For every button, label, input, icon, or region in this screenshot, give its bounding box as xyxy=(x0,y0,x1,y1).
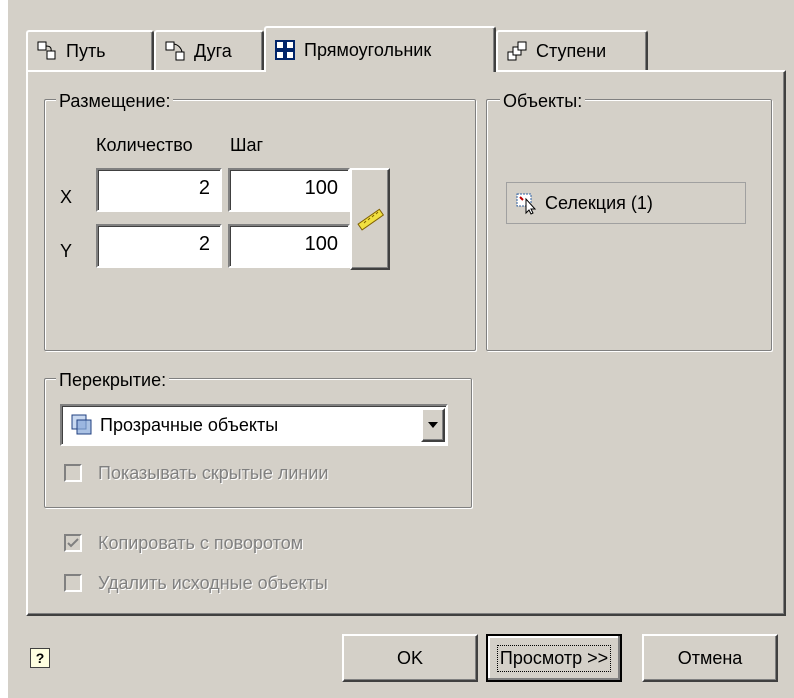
pick-distance-button[interactable] xyxy=(350,168,390,270)
select-objects-icon xyxy=(516,193,537,215)
tab-arc[interactable]: Дуга xyxy=(154,30,264,70)
overlap-legend: Перекрытие: xyxy=(56,369,170,391)
tab-path-label: Путь xyxy=(66,40,106,61)
show-hidden-lines-checkbox[interactable] xyxy=(64,464,82,482)
checkmark-icon xyxy=(67,538,79,548)
row-y-label: Y xyxy=(60,241,73,261)
stairs-array-icon xyxy=(507,41,527,61)
y-step-input[interactable]: 100 xyxy=(228,224,350,268)
cancel-label: Отмена xyxy=(677,647,743,668)
objects-legend: Объекты: xyxy=(500,90,586,112)
tab-stairs-label: Ступени xyxy=(536,40,607,61)
preview-button[interactable]: Просмотр >> xyxy=(486,634,622,682)
overlap-select[interactable]: Прозрачные объекты xyxy=(60,404,448,446)
tab-rectangular-label: Прямоугольник xyxy=(304,39,432,60)
row-x-label: X xyxy=(60,187,73,207)
objects-group xyxy=(486,99,772,351)
x-step-input[interactable]: 100 xyxy=(228,168,350,212)
show-hidden-lines-label: Показывать скрытые линии xyxy=(98,463,329,483)
transparent-objects-icon xyxy=(71,414,92,435)
help-symbol: ? xyxy=(35,650,45,666)
dropdown-button[interactable] xyxy=(421,408,445,442)
copy-rotation-checkbox[interactable] xyxy=(64,534,82,552)
delete-source-label: Удалить исходные объекты xyxy=(98,573,328,593)
step-header: Шаг xyxy=(230,135,264,155)
overlap-selected-value: Прозрачные объекты xyxy=(100,414,279,435)
tab-stairs[interactable]: Ступени xyxy=(496,30,648,70)
chevron-down-icon xyxy=(428,422,438,428)
selection-button[interactable]: Селекция (1) xyxy=(506,182,746,224)
arc-array-icon xyxy=(165,41,185,61)
tab-rectangular[interactable]: Прямоугольник xyxy=(264,26,496,72)
delete-source-checkbox[interactable] xyxy=(64,574,82,592)
help-icon[interactable]: ? xyxy=(30,648,50,668)
rectangular-array-icon xyxy=(275,40,295,60)
preview-label: Просмотр >> xyxy=(496,644,612,672)
ok-label: OK xyxy=(396,647,423,668)
selection-label: Селекция (1) xyxy=(545,192,653,213)
ruler-icon xyxy=(357,208,385,231)
placement-legend: Размещение: xyxy=(56,90,174,112)
array-dialog: Путь Дуга Прямоугольник Ступени Размещен… xyxy=(8,0,794,698)
count-header: Количество xyxy=(96,135,193,155)
copy-rotation-label: Копировать с поворотом xyxy=(98,533,304,553)
tab-path[interactable]: Путь xyxy=(26,30,154,70)
path-array-icon xyxy=(37,41,56,60)
x-count-input[interactable]: 2 xyxy=(96,168,222,212)
ok-button[interactable]: OK xyxy=(342,634,478,682)
y-count-input[interactable]: 2 xyxy=(96,224,222,268)
cancel-button[interactable]: Отмена xyxy=(642,634,778,682)
tab-arc-label: Дуга xyxy=(194,40,232,61)
